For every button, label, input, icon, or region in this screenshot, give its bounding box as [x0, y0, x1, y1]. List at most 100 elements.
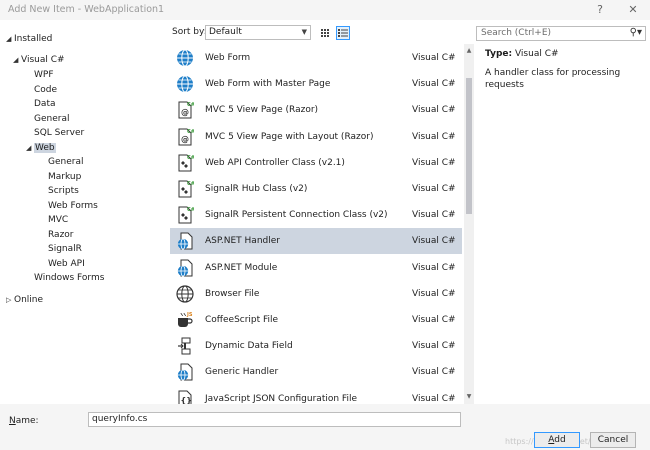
template-item-name: Web API Controller Class (v2.1) [205, 157, 345, 168]
tree-item-label: Markup [48, 172, 82, 182]
template-item-row[interactable]: Web Form with Master Page Visual C# [170, 71, 462, 97]
tree-item-label: Installed [14, 34, 53, 44]
template-item-language: Visual C# [412, 131, 456, 142]
tree-item-label: General [48, 157, 84, 167]
handler-icon [176, 259, 194, 277]
collapse-arrow-icon[interactable]: ◢ [13, 53, 21, 67]
close-button[interactable]: ✕ [625, 3, 641, 17]
web-form-icon [176, 75, 194, 93]
list-view-icon [338, 29, 348, 37]
scroll-up-icon[interactable]: ▲ [464, 46, 474, 56]
chevron-down-icon: ▼ [301, 28, 307, 36]
tree-item-web-api[interactable]: Web API [40, 257, 85, 271]
tree-item-label: General [34, 114, 70, 124]
template-item-row[interactable]: Generic Handler Visual C# [170, 359, 462, 385]
tree-item-data[interactable]: Data [26, 97, 56, 111]
template-item-language: Visual C# [412, 53, 456, 63]
expand-arrow-icon[interactable]: ▷ [6, 293, 14, 307]
search-icon[interactable]: ⚲▾ [630, 26, 642, 39]
tree-item-label: Windows Forms [34, 273, 105, 283]
svg-text:C#: C# [187, 207, 194, 213]
template-item-row[interactable]: C# SignalR Persistent Connection Class (v… [170, 202, 462, 228]
tree-item-code[interactable]: Code [26, 83, 57, 97]
type-info: Type: Visual C# [485, 49, 559, 59]
template-item-row[interactable]: C# SignalR Hub Class (v2) Visual C# [170, 176, 462, 202]
tree-item-scripts[interactable]: Scripts [40, 184, 79, 198]
svg-text:C#: C# [187, 129, 194, 135]
sort-by-value: Default [209, 27, 242, 37]
tree-item-wpf[interactable]: WPF [26, 68, 54, 82]
template-item-name: MVC 5 View Page (Razor) [205, 105, 319, 116]
handler-icon [176, 232, 194, 250]
tree-item-sql-server[interactable]: SQL Server [26, 126, 84, 140]
tree-item-installed[interactable]: ◢ Installed [6, 32, 52, 46]
template-item-row[interactable]: C# Web API Controller Class (v2.1) Visual … [170, 150, 462, 176]
template-item-name: Generic Handler [205, 367, 279, 378]
tree-item-web[interactable]: ◢ Web [26, 141, 56, 155]
tree-item-visual-c-[interactable]: ◢ Visual C# [13, 53, 65, 67]
template-list-scrollbar[interactable]: ▲ ▼ [464, 44, 474, 404]
template-item-name: MVC 5 View Page with Layout (Razor) [205, 131, 374, 142]
tree-item-label: Data [34, 99, 56, 109]
window-title: Add New Item - WebApplication1 [8, 4, 165, 15]
collapse-arrow-icon[interactable]: ◢ [6, 32, 14, 46]
tree-item-windows-forms[interactable]: Windows Forms [26, 271, 104, 285]
template-item-row[interactable]: Dynamic Data Field Visual C# [170, 333, 462, 359]
cancel-button[interactable]: Cancel [590, 432, 636, 448]
search-input[interactable]: Search (Ctrl+E) ⚲▾ [476, 26, 646, 41]
category-tree: ◢ Installed ◢ Visual C# WPF Code Data General SQ… [0, 22, 168, 404]
details-pane: Search (Ctrl+E) ⚲▾ Type: Visual C# A han… [476, 22, 650, 404]
tree-item-label: MVC [48, 215, 69, 225]
add-button[interactable]: Add [534, 432, 580, 448]
class-file-icon: C# [176, 154, 195, 172]
template-item-language: Visual C# [412, 157, 456, 168]
template-item-language: Visual C# [412, 105, 456, 116]
type-value: Visual C# [514, 49, 559, 59]
tree-item-label: Code [34, 85, 58, 95]
name-label-rest: ame: [15, 416, 39, 426]
help-button[interactable]: ? [592, 3, 608, 17]
tree-item-general[interactable]: General [26, 112, 69, 126]
template-item-language: Visual C# [412, 393, 456, 404]
template-item-language: Visual C# [412, 262, 456, 273]
svg-text:JS: JS [186, 312, 193, 318]
tree-item-signalr[interactable]: SignalR [40, 242, 82, 256]
item-description: A handler class for processing requests [485, 68, 621, 90]
template-item-row[interactable]: Browser File Visual C# [170, 281, 462, 307]
tree-item-label: Scripts [48, 186, 79, 196]
tree-item-markup[interactable]: Markup [40, 170, 81, 184]
template-item-row[interactable]: {} JavaScript JSON Configuration File Visu… [170, 386, 462, 404]
template-item-row[interactable]: Web Form Visual C# [170, 45, 462, 71]
svg-text:C#: C# [187, 181, 194, 187]
tree-item-label: SignalR [48, 244, 82, 254]
tree-item-mvc[interactable]: MVC [40, 213, 68, 227]
template-item-language: Visual C# [412, 79, 456, 90]
template-item-language: Visual C# [412, 315, 456, 325]
name-input[interactable]: queryInfo.cs [88, 412, 461, 427]
template-item-name: Web Form with Master Page [205, 79, 331, 90]
template-item-name: CoffeeScript File [205, 315, 279, 325]
data-field-icon [176, 337, 194, 355]
coffeescript-icon: JS [176, 311, 194, 329]
template-item-row[interactable]: @C# MVC 5 View Page with Layout (Razor) Vi… [170, 124, 462, 150]
browser-file-icon [176, 285, 194, 303]
tree-item-general[interactable]: General [40, 155, 83, 169]
svg-text:C#: C# [187, 155, 194, 161]
tree-item-web-forms[interactable]: Web Forms [40, 199, 98, 213]
sort-by-label: Sort by: [172, 27, 207, 37]
scroll-down-icon[interactable]: ▼ [464, 392, 474, 402]
template-item-row[interactable]: JS CoffeeScript File Visual C# [170, 307, 462, 333]
tree-item-online[interactable]: ▷ Online [6, 293, 43, 307]
tree-item-razor[interactable]: Razor [40, 228, 74, 242]
list-toolbar: Sort by: Default ▼ [168, 22, 474, 44]
small-icons-view-button[interactable] [318, 26, 332, 40]
name-label-mnemonic: N [9, 416, 16, 426]
template-item-row[interactable]: @C# MVC 5 View Page (Razor) Visual C# [170, 97, 462, 123]
template-item-row[interactable]: ASP.NET Module Visual C# [170, 255, 462, 281]
collapse-arrow-icon[interactable]: ◢ [26, 141, 34, 155]
sort-by-dropdown[interactable]: Default ▼ [205, 25, 311, 40]
template-item-name: ASP.NET Module [205, 262, 278, 273]
details-view-button[interactable] [336, 26, 350, 40]
template-item-row[interactable]: ASP.NET Handler Visual C# [170, 228, 462, 255]
scrollbar-thumb[interactable] [466, 78, 472, 214]
